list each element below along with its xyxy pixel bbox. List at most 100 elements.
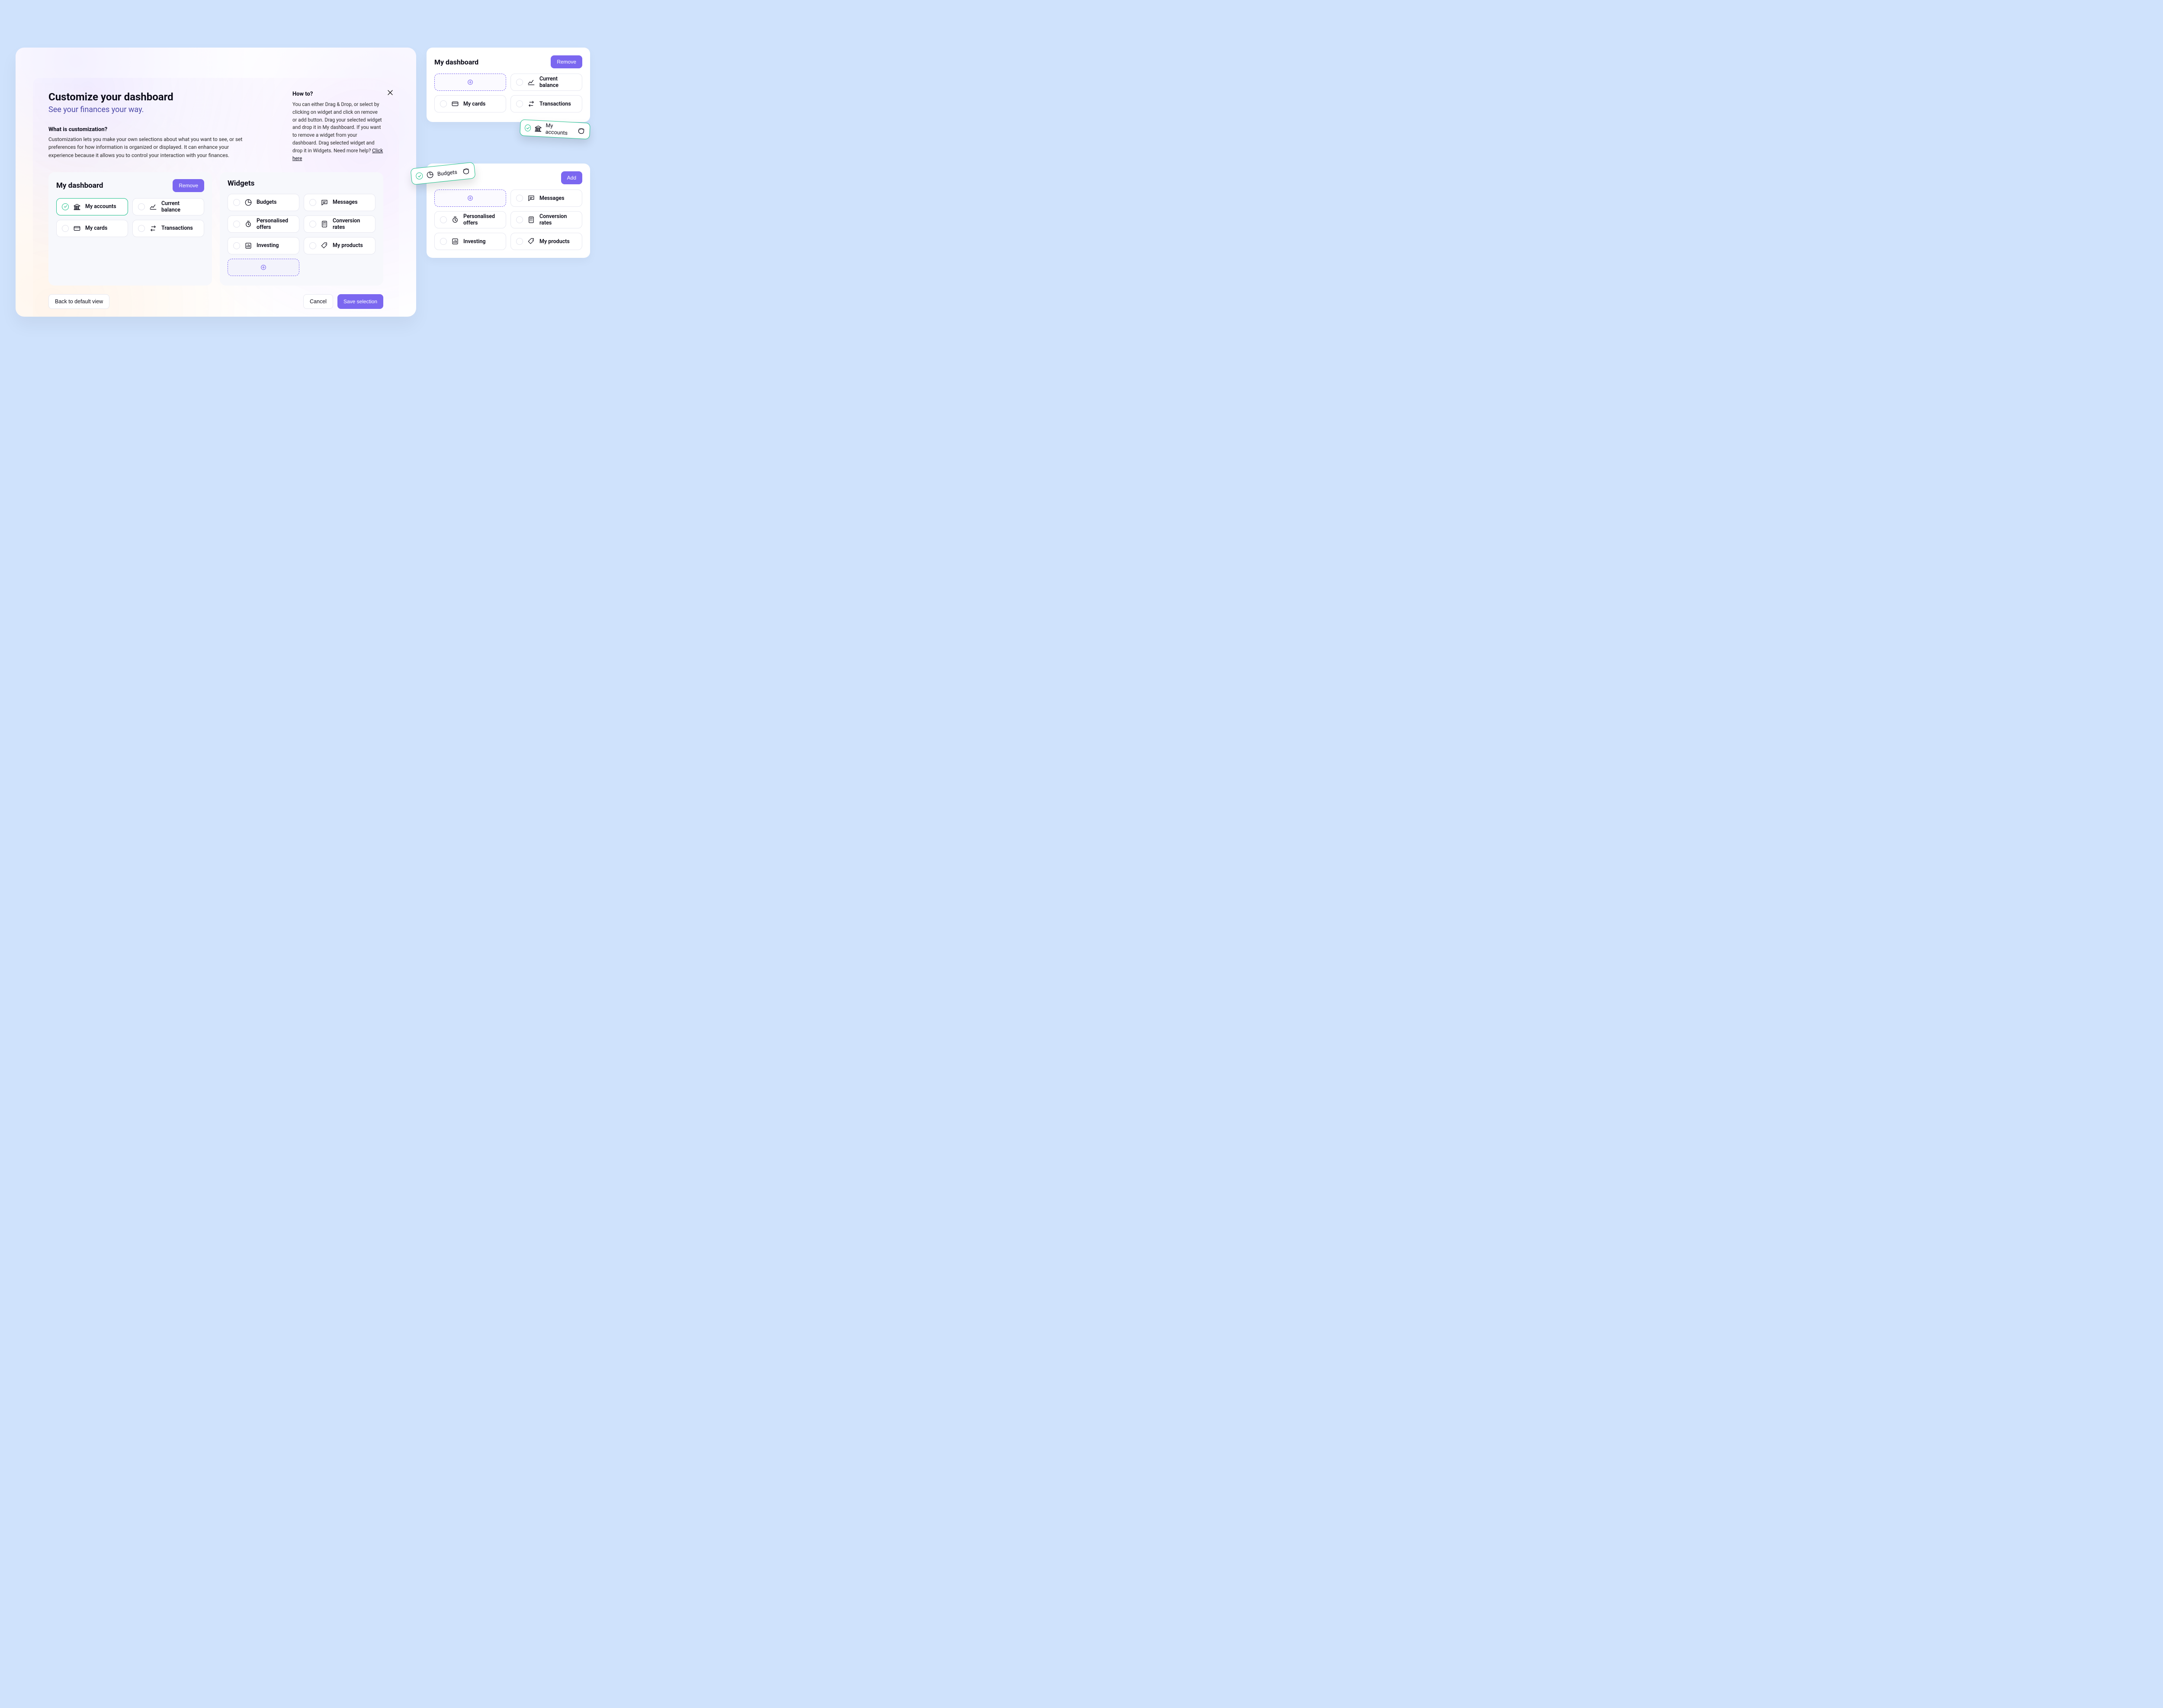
side-dashboard-panel: My dashboard Remove Current balance My ca… <box>427 48 590 122</box>
radio-dot <box>440 238 447 245</box>
swap-icon <box>527 100 535 108</box>
widgets-section: Widgets Budgets Messages Personalised offe… <box>220 172 383 286</box>
modal-subtitle: See your finances your way. <box>48 105 252 114</box>
chip-label: Messages <box>539 195 565 202</box>
save-selection-button[interactable]: Save selection <box>337 294 383 309</box>
drop-slot[interactable] <box>434 189 506 207</box>
radio-dot <box>309 221 316 228</box>
dragging-label: Budgets <box>437 169 457 177</box>
howto-heading: How to? <box>292 91 383 97</box>
radio-dot <box>233 199 240 206</box>
pie-icon <box>244 199 252 206</box>
radio-dot <box>233 242 240 249</box>
widget-chip[interactable]: Current balance <box>132 198 204 215</box>
radio-dot <box>516 195 523 202</box>
what-is-heading: What is customization? <box>48 126 252 133</box>
chip-label: Investing <box>257 242 279 249</box>
side-add-button[interactable]: Add <box>561 171 582 184</box>
widget-chip[interactable]: Investing <box>434 233 506 250</box>
widget-chip[interactable]: Current balance <box>510 74 582 91</box>
message-icon <box>527 194 535 202</box>
chip-label: Current balance <box>161 200 199 213</box>
radio-dot <box>516 238 523 245</box>
chip-label: My products <box>539 238 570 245</box>
chip-label: Transactions <box>539 101 571 107</box>
widget-chip[interactable]: My accounts <box>56 198 128 215</box>
widgets-title: Widgets <box>228 179 254 188</box>
chart-icon <box>149 203 157 211</box>
widget-chip[interactable]: Budgets <box>228 194 299 211</box>
dragging-label: My accounts <box>545 122 572 137</box>
timer-icon <box>244 220 252 228</box>
widget-chip[interactable]: My cards <box>434 95 506 112</box>
chip-label: My cards <box>463 101 485 107</box>
drop-slot[interactable] <box>228 259 299 276</box>
chip-label: Conversion rates <box>539 213 577 226</box>
what-is-desc: Customization lets you make your own sel… <box>48 135 252 160</box>
calc-icon <box>527 216 535 224</box>
chip-label: Investing <box>463 238 485 245</box>
widget-chip[interactable]: My products <box>304 237 375 254</box>
widget-chip[interactable]: Conversion rates <box>304 215 375 233</box>
my-dashboard-section: My dashboard Remove My accounts Current b… <box>48 172 212 286</box>
radio-dot <box>516 79 523 86</box>
message-icon <box>321 199 328 206</box>
side-dashboard-title: My dashboard <box>434 58 478 66</box>
widget-chip[interactable]: Transactions <box>510 95 582 112</box>
tag-icon <box>527 238 535 245</box>
grab-cursor-icon <box>461 166 472 176</box>
chip-label: Messages <box>333 199 358 205</box>
my-dashboard-title: My dashboard <box>56 181 103 190</box>
chip-label: Conversion rates <box>333 218 370 231</box>
radio-dot <box>138 225 145 232</box>
widget-chip[interactable]: Conversion rates <box>510 211 582 228</box>
radio-dot <box>62 225 69 232</box>
close-icon[interactable] <box>387 89 394 96</box>
back-to-default-button[interactable]: Back to default view <box>48 294 109 309</box>
widget-chip[interactable]: Personalised offers <box>228 215 299 233</box>
card-icon <box>73 225 81 232</box>
modal-title: Customize your dashboard <box>48 91 252 103</box>
radio-dot <box>138 203 145 210</box>
check-icon <box>62 203 69 210</box>
grab-cursor-icon <box>576 126 586 136</box>
howto-text: You can either Drag & Drop, or select by… <box>292 101 382 154</box>
widget-chip[interactable]: Personalised offers <box>434 211 506 228</box>
pie-icon <box>426 170 434 179</box>
chip-label: Personalised offers <box>257 218 294 231</box>
customization-modal: Customize your dashboard See your financ… <box>16 48 416 317</box>
chip-label: Budgets <box>257 199 276 205</box>
side-widgets-panel: dgets Add MessagesPersonalised offersCon… <box>427 164 590 258</box>
drop-slot[interactable] <box>434 74 506 91</box>
bank-icon <box>534 125 542 133</box>
chip-label: Transactions <box>161 225 193 231</box>
radio-dot <box>440 100 447 107</box>
widget-chip[interactable]: My cards <box>56 220 128 237</box>
bars-icon <box>451 238 459 245</box>
widget-chip[interactable]: Investing <box>228 237 299 254</box>
tag-icon <box>321 242 328 250</box>
card-icon <box>451 100 459 108</box>
side-remove-button[interactable]: Remove <box>551 55 582 68</box>
radio-dot <box>516 216 523 223</box>
chip-label: My cards <box>85 225 107 231</box>
config-panel: Customize your dashboard See your financ… <box>33 78 399 317</box>
widget-chip[interactable]: Messages <box>510 189 582 207</box>
widget-chip[interactable]: Transactions <box>132 220 204 237</box>
cancel-button[interactable]: Cancel <box>303 294 333 309</box>
timer-icon <box>451 216 459 224</box>
radio-dot <box>440 216 447 223</box>
radio-dot <box>309 242 316 249</box>
radio-dot <box>309 199 316 206</box>
howto-desc: You can either Drag & Drop, or select by… <box>292 101 383 163</box>
widget-chip[interactable]: Messages <box>304 194 375 211</box>
widget-chip[interactable]: My products <box>510 233 582 250</box>
radio-dot <box>516 100 523 107</box>
chip-label: My accounts <box>85 203 116 210</box>
dragging-widget-my-accounts[interactable]: My accounts <box>520 119 590 139</box>
radio-dot <box>233 221 240 228</box>
chart-icon <box>527 78 535 86</box>
chip-label: My products <box>333 242 363 249</box>
chip-label: Current balance <box>539 76 577 89</box>
remove-button[interactable]: Remove <box>173 179 204 192</box>
